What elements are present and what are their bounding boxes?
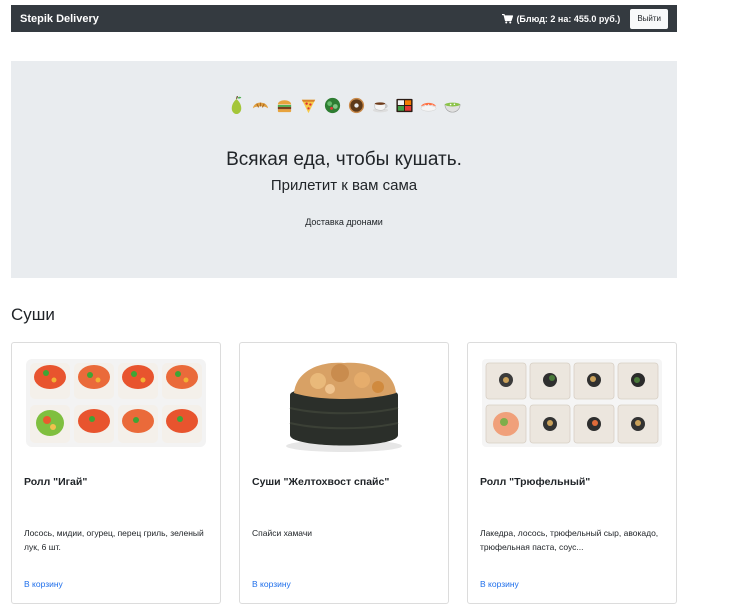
hamburger-icon bbox=[277, 100, 291, 113]
pizza-icon bbox=[301, 99, 315, 114]
add-to-cart-link[interactable]: В корзину bbox=[252, 579, 291, 589]
hero-text: Доставка дронами bbox=[305, 217, 383, 227]
hero-title: Всякая еда, чтобы кушать. bbox=[226, 149, 462, 170]
card-title: Суши "Желтохвост спайс" bbox=[252, 476, 390, 488]
card-description: Лосось, мидии, огурец, перец гриль, зеле… bbox=[24, 528, 204, 552]
hero-jumbotron: Всякая еда, чтобы кушать. Прилетит к вам… bbox=[11, 61, 677, 278]
logout-button[interactable]: Выйти bbox=[630, 8, 668, 29]
card-title: Ролл "Трюфельный" bbox=[480, 476, 591, 488]
roll-igai-image bbox=[26, 359, 206, 447]
shopping-cart-icon bbox=[502, 13, 514, 23]
cart-summary[interactable]: (Блюд: 2 на: 455.0 руб.) bbox=[502, 13, 621, 24]
add-to-cart-link[interactable]: В корзину bbox=[24, 579, 63, 589]
coffee-icon bbox=[372, 102, 388, 113]
navbar-right: (Блюд: 2 на: 455.0 руб.) Выйти bbox=[502, 8, 668, 29]
roll-truffle-image bbox=[482, 359, 662, 447]
sushi-icon bbox=[420, 102, 436, 112]
card-title: Ролл "Игай" bbox=[24, 476, 88, 488]
product-card: Ролл "Игай" Лосось, мидии, огурец, перец… bbox=[11, 342, 221, 604]
sushi-yellowtail-image bbox=[286, 362, 402, 452]
croissant-icon bbox=[252, 102, 268, 109]
add-to-cart-link[interactable]: В корзину bbox=[480, 579, 519, 589]
product-card: Суши "Желтохвост спайс" Спайси хамачи В … bbox=[239, 342, 449, 604]
soup-icon bbox=[444, 102, 460, 113]
brand-link[interactable]: Stepik Delivery bbox=[20, 13, 99, 25]
card-description: Спайси хамачи bbox=[252, 528, 313, 538]
product-card: Ролл "Трюфельный" Лакедра, лосось, трюфе… bbox=[467, 342, 677, 604]
emoji-row bbox=[11, 96, 677, 115]
section-title: Суши bbox=[11, 305, 55, 324]
navbar: Stepik Delivery (Блюд: 2 на: 455.0 руб.)… bbox=[11, 5, 677, 32]
card-description: Лакедра, лосось, трюфельный сыр, авокадо… bbox=[480, 528, 659, 552]
bento-icon bbox=[395, 98, 413, 113]
donut-icon bbox=[348, 97, 364, 114]
pear-icon bbox=[231, 96, 241, 115]
salad-icon bbox=[324, 97, 340, 114]
cart-summary-text: (Блюд: 2 на: 455.0 руб.) bbox=[516, 13, 621, 24]
hero-subtitle: Прилетит к вам сама bbox=[270, 177, 418, 194]
